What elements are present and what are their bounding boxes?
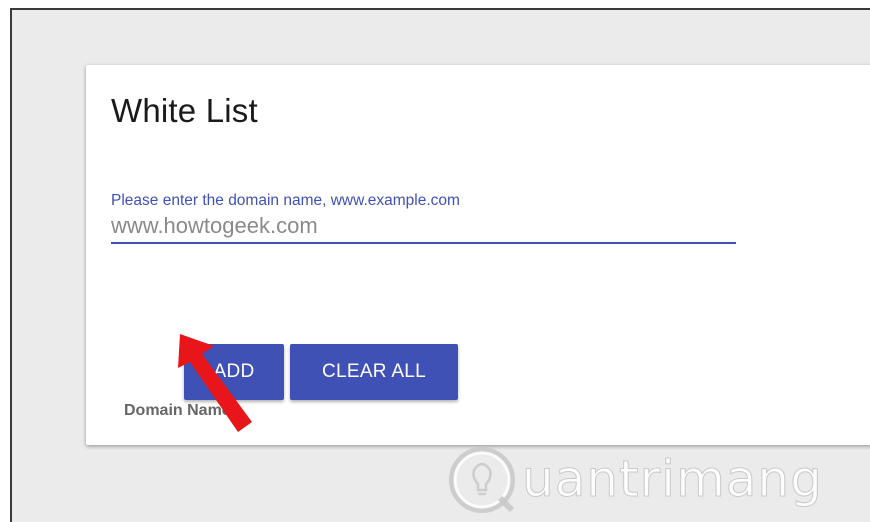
card-title: White List <box>111 92 258 129</box>
domain-field-label: Please enter the domain name, www.exampl… <box>111 192 460 209</box>
lightbulb-q-icon <box>449 447 515 513</box>
watermark: uantrimang <box>442 432 822 522</box>
white-list-card: White List Please enter the domain name,… <box>86 65 870 445</box>
watermark-text: uantrimang <box>522 450 823 509</box>
app-window: White List Please enter the domain name,… <box>10 8 870 522</box>
add-button[interactable]: ADD <box>184 344 284 400</box>
domain-input[interactable] <box>111 213 736 244</box>
domain-name-column-header: Domain Name <box>124 402 231 419</box>
clear-all-button[interactable]: CLEAR ALL <box>290 344 458 400</box>
domain-field: Please enter the domain name, www.exampl… <box>111 192 736 244</box>
